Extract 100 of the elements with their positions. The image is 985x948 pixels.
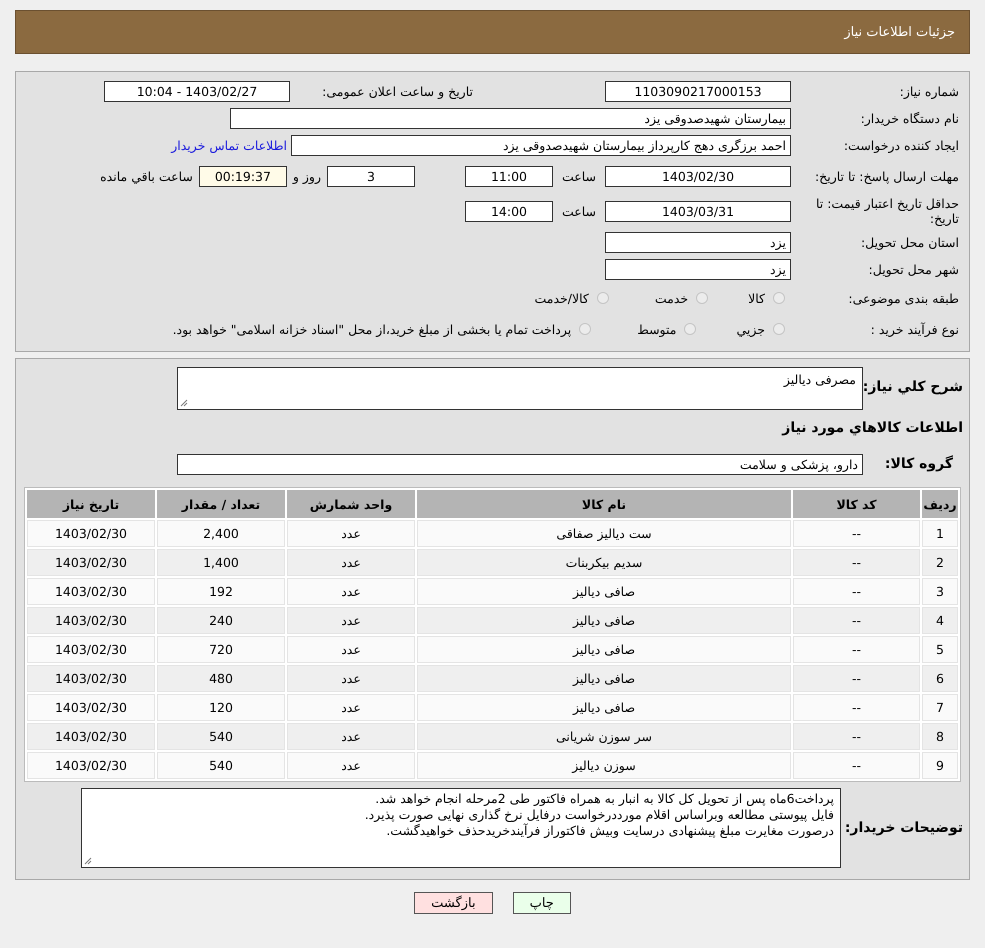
radio-button[interactable] bbox=[579, 323, 592, 335]
field-label: حداقل تاریخ اعتبار قیمت: تا تاریخ: bbox=[814, 196, 960, 226]
column-header: کد کالا bbox=[793, 490, 920, 518]
buyer-org-field[interactable]: بیمارستان شهیدصدوقی یزد bbox=[230, 108, 791, 128]
field-label: روز و bbox=[292, 168, 321, 184]
radio-label: کالا/خدمت bbox=[534, 290, 589, 306]
remaining-time-field[interactable]: 00:19:37 bbox=[198, 166, 287, 186]
date-field[interactable]: 1403/03/31 bbox=[605, 200, 791, 222]
table-cell: عدد bbox=[287, 723, 415, 750]
goods-group-field[interactable]: دارو، پزشکی و سلامت bbox=[177, 454, 863, 474]
table-cell: -- bbox=[793, 694, 920, 721]
field-label: نوع فرآیند خرید : bbox=[870, 322, 960, 336]
column-header: تاریخ نیاز bbox=[27, 490, 155, 518]
page-title: جزئیات اطلاعات نیاز bbox=[844, 24, 955, 40]
table-cell: 540 bbox=[157, 723, 285, 750]
table-cell: عدد bbox=[287, 752, 415, 779]
table-cell: صافی دیالیز bbox=[417, 665, 791, 692]
table-cell: عدد bbox=[287, 694, 415, 721]
table-cell: 240 bbox=[157, 607, 285, 634]
field-label: نام دستگاه خریدار: bbox=[860, 110, 960, 126]
table-cell: 1403/02/30 bbox=[27, 636, 155, 663]
table-cell: عدد bbox=[287, 636, 415, 663]
resize-grip-icon[interactable] bbox=[180, 399, 188, 407]
column-header: ردیف bbox=[922, 490, 958, 518]
table-cell: -- bbox=[793, 723, 920, 750]
table-cell: 720 bbox=[157, 636, 285, 663]
announce-date-field[interactable]: 1403/02/27 - 10:04 bbox=[104, 80, 290, 102]
table-cell: سر سوزن شریانی bbox=[417, 723, 791, 750]
radio-label: جزيي bbox=[736, 322, 765, 336]
description-field[interactable]: مصرفی دیالیز bbox=[177, 367, 863, 410]
table-cell: -- bbox=[793, 578, 920, 605]
section-title: اطلاعات کالاهاي مورد نياز bbox=[782, 420, 963, 436]
radio-label: متوسط bbox=[637, 322, 676, 336]
time-field[interactable]: 11:00 bbox=[465, 166, 553, 186]
table-cell: 540 bbox=[157, 752, 285, 779]
time-field[interactable]: 14:00 bbox=[465, 200, 553, 222]
table-cell: -- bbox=[793, 520, 920, 547]
table-cell: 192 bbox=[157, 578, 285, 605]
field-label: ایجاد کننده درخواست: bbox=[842, 138, 960, 152]
table-cell: ست دیالیز صفاقی bbox=[417, 520, 791, 547]
table-cell: سوزن دیالیز bbox=[417, 752, 791, 779]
radio-button[interactable] bbox=[773, 292, 785, 304]
table-cell: -- bbox=[793, 752, 920, 779]
table-cell: 1403/02/30 bbox=[27, 694, 155, 721]
table-cell: 2 bbox=[922, 549, 958, 576]
table-cell: 1 bbox=[922, 520, 958, 547]
field-label: ساعت bbox=[560, 204, 597, 218]
field-label: مهلت ارسال پاسخ: تا تاریخ: bbox=[814, 168, 960, 184]
province-field[interactable]: یزد bbox=[605, 232, 791, 252]
table-cell: صافی دیالیز bbox=[417, 694, 791, 721]
table-cell: عدد bbox=[287, 520, 415, 547]
table-cell: 4 bbox=[922, 607, 958, 634]
radio-button[interactable] bbox=[773, 323, 785, 335]
radio-button[interactable] bbox=[596, 292, 609, 304]
table-cell: عدد bbox=[287, 549, 415, 576]
city-field[interactable]: یزد bbox=[605, 258, 791, 280]
field-label: شهر محل تحویل: bbox=[868, 262, 960, 276]
table-cell: 9 bbox=[922, 752, 958, 779]
column-header: نام کالا bbox=[417, 490, 791, 518]
field-label: ساعت bbox=[560, 168, 597, 184]
table-cell: 1403/02/30 bbox=[27, 520, 155, 547]
field-label: تاریخ و ساعت اعلان عمومی: bbox=[321, 84, 473, 98]
table-cell: 5 bbox=[922, 636, 958, 663]
field-label: شماره نیاز: bbox=[898, 84, 960, 98]
table-cell: -- bbox=[793, 549, 920, 576]
field-label: ساعت باقي مانده bbox=[100, 168, 193, 184]
table-cell: 1403/02/30 bbox=[27, 752, 155, 779]
need-number-field[interactable]: 1103090217000153 bbox=[605, 80, 791, 102]
resize-grip-icon[interactable] bbox=[84, 857, 92, 865]
field-label: توضیحات خریدار: bbox=[844, 820, 963, 836]
table-cell: 120 bbox=[157, 694, 285, 721]
column-header: واحد شمارش bbox=[287, 490, 415, 518]
radio-button[interactable] bbox=[684, 323, 696, 335]
date-field[interactable]: 1403/02/30 bbox=[605, 166, 791, 186]
field-label: گروه کالا: bbox=[884, 456, 954, 472]
field-label: شرح کلي نياز: bbox=[863, 378, 963, 395]
table-cell: -- bbox=[793, 636, 920, 663]
table-cell: عدد bbox=[287, 578, 415, 605]
print-button[interactable]: چاپ bbox=[512, 892, 571, 914]
back-button[interactable]: بازگشت bbox=[414, 892, 493, 914]
radio-label: خدمت bbox=[654, 290, 688, 306]
table-cell: 1,400 bbox=[157, 549, 285, 576]
table-cell: -- bbox=[793, 607, 920, 634]
contact-link[interactable]: اطلاعات تماس خریدار bbox=[171, 138, 287, 152]
days-field[interactable]: 3 bbox=[327, 166, 415, 186]
table-cell: عدد bbox=[287, 607, 415, 634]
radio-button[interactable] bbox=[696, 292, 708, 304]
table-cell: 2,400 bbox=[157, 520, 285, 547]
table-cell: صافی دیالیز bbox=[417, 578, 791, 605]
radio-label: کالا bbox=[748, 290, 765, 306]
field-label: طبقه بندی موضوعی: bbox=[847, 290, 960, 306]
radio-label: پرداخت تمام یا بخشی از مبلغ خرید،از محل "اسناد خزانه اسلامی" خواهد بود. bbox=[172, 322, 572, 336]
table-cell: صافی دیالیز bbox=[417, 607, 791, 634]
table-cell: 1403/02/30 bbox=[27, 607, 155, 634]
column-header: تعداد / مقدار bbox=[157, 490, 285, 518]
table-cell: 6 bbox=[922, 665, 958, 692]
table-cell: صافی دیالیز bbox=[417, 636, 791, 663]
requester-field[interactable]: احمد برزگری دهج کارپرداز بیمارستان شهیدصدوقی یزد bbox=[291, 134, 791, 156]
notes-field[interactable]: پرداخت6ماه پس از تحویل کل کالا به انبار به همراه فاکتور طی 2مرحله انجام خواهد شد. فایل پیوستی مطالعه وبراساس اقلام مورددرخواست درفایل نرخ گذاری نهایی صورت پذیرد. درصورت مغایرت مبلغ پیشنهادی درسایت وبیش فاکتوراز فرآیندخریدحذف خواهیدگشت. bbox=[81, 788, 841, 868]
table-cell: 1403/02/30 bbox=[27, 578, 155, 605]
